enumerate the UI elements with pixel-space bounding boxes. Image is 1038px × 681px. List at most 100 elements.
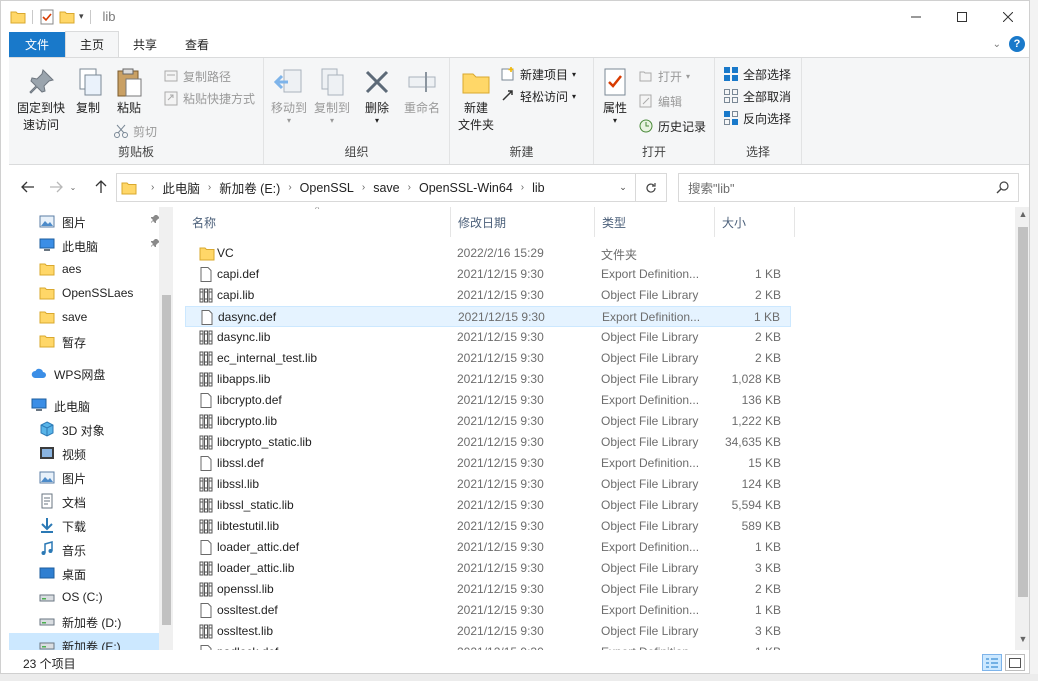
new-item-button[interactable]: 新建项目 ▾ xyxy=(500,64,576,84)
file-row[interactable]: libssl.lib 2021/12/15 9:30 Object File Lib… xyxy=(185,474,791,495)
file-row[interactable]: VC 2022/2/16 15:29 文件夹 xyxy=(185,243,791,264)
nav-item[interactable]: 下载 xyxy=(9,513,161,537)
file-row[interactable]: libapps.lib 2021/12/15 9:30 Object File Li… xyxy=(185,369,791,390)
file-row[interactable]: padlock.def 2021/12/15 9:30 Export Definit… xyxy=(185,642,791,650)
refresh-button[interactable] xyxy=(635,174,666,201)
up-button[interactable] xyxy=(91,177,111,197)
file-list-scrollbar[interactable]: ▲ ▼ xyxy=(1015,207,1029,650)
file-row[interactable]: libcrypto_static.lib 2021/12/15 9:30 Objec… xyxy=(185,432,791,453)
nav-item[interactable]: 3D 对象 xyxy=(9,417,161,441)
tab-home[interactable]: 主页 xyxy=(65,31,120,57)
qat-dropdown-icon[interactable]: ▾ xyxy=(79,11,84,22)
edit-button[interactable]: 编辑 xyxy=(638,91,682,111)
large-icons-view-button[interactable] xyxy=(1005,654,1025,671)
open-button[interactable]: 打开 ▾ xyxy=(638,66,690,86)
details-view-button[interactable] xyxy=(982,654,1002,671)
tab-view[interactable]: 查看 xyxy=(171,32,223,57)
cut-button[interactable]: 剪切 xyxy=(113,121,157,141)
file-row[interactable]: libssl.def 2021/12/15 9:30 Export Definiti… xyxy=(185,453,791,474)
help-icon[interactable]: ? xyxy=(1009,36,1025,52)
nav-item[interactable]: 音乐 xyxy=(9,537,161,561)
breadcrumb-item[interactable]: save xyxy=(373,181,399,195)
tab-file[interactable]: 文件 xyxy=(9,32,65,57)
nav-item[interactable]: aes xyxy=(9,257,161,281)
scroll-up-icon[interactable]: ▲ xyxy=(1015,209,1029,223)
nav-item[interactable]: 图片 xyxy=(9,209,161,233)
invert-selection-icon xyxy=(724,111,738,125)
open-group: 属性 ▾ 打开 ▾ 编辑 历史记录 打开 xyxy=(594,58,715,164)
file-row[interactable]: libcrypto.def 2021/12/15 9:30 Export Defin… xyxy=(185,390,791,411)
search-box[interactable]: 搜索"lib" xyxy=(678,173,1019,202)
nav-item[interactable]: 此电脑 xyxy=(9,233,161,257)
pin-quick-access-button[interactable]: 固定到快 速访问 xyxy=(15,66,67,134)
expand-ribbon-icon[interactable]: ⌄ xyxy=(993,39,1001,50)
file-row[interactable]: ossltest.def 2021/12/15 9:30 Export Defini… xyxy=(185,600,791,621)
easy-access-button[interactable]: 轻松访问 ▾ xyxy=(500,86,576,106)
nav-scroll-thumb[interactable] xyxy=(162,295,171,625)
nav-item[interactable]: OS (C:) xyxy=(9,585,161,609)
breadcrumb-item[interactable]: OpenSSL xyxy=(300,181,354,195)
close-button[interactable] xyxy=(985,1,1029,32)
select-all-button[interactable]: 全部选择 xyxy=(723,64,791,84)
copy-to-button[interactable]: 复制到 ▾ xyxy=(312,66,352,125)
new-folder-icon[interactable] xyxy=(59,9,75,25)
copy-button[interactable]: 复制 xyxy=(71,66,105,117)
file-row[interactable]: libcrypto.lib 2021/12/15 9:30 Object File … xyxy=(185,411,791,432)
nav-item[interactable]: 视频 xyxy=(9,441,161,465)
properties-button[interactable]: 属性 ▾ xyxy=(598,66,632,125)
breadcrumb-item[interactable]: 新加卷 (E:) xyxy=(219,178,280,197)
file-row[interactable]: capi.def 2021/12/15 9:30 Export Definition… xyxy=(185,264,791,285)
file-type: Export Definition... xyxy=(601,645,699,650)
forward-button[interactable] xyxy=(46,177,66,197)
nav-item[interactable]: save xyxy=(9,305,161,329)
paste-shortcut-button[interactable]: 粘贴快捷方式 xyxy=(163,88,255,108)
invert-selection-button[interactable]: 反向选择 xyxy=(723,108,791,128)
file-row[interactable]: dasync.def 2021/12/15 9:30 Export Definiti… xyxy=(185,306,791,327)
recent-locations-button[interactable]: ⌄ xyxy=(67,177,79,197)
back-button[interactable] xyxy=(18,177,38,197)
file-row[interactable]: loader_attic.lib 2021/12/15 9:30 Object Fi… xyxy=(185,558,791,579)
rename-button[interactable]: 重命名 xyxy=(402,66,442,117)
paste-shortcut-label: 粘贴快捷方式 xyxy=(183,91,256,106)
navigation-pane-scrollbar[interactable] xyxy=(159,207,173,650)
properties-check-icon[interactable] xyxy=(39,9,55,25)
select-none-button[interactable]: 全部取消 xyxy=(723,86,791,106)
nav-item[interactable]: 新加卷 (E:) xyxy=(9,633,161,650)
paste-button[interactable]: 粘贴 xyxy=(111,66,147,117)
breadcrumb-item[interactable]: 此电脑 xyxy=(162,178,200,197)
file-row[interactable]: ec_internal_test.lib 2021/12/15 9:30 Objec… xyxy=(185,348,791,369)
file-row[interactable]: dasync.lib 2021/12/15 9:30 Object File Lib… xyxy=(185,327,791,348)
file-row[interactable]: libtestutil.lib 2021/12/15 9:30 Object Fil… xyxy=(185,516,791,537)
address-bar[interactable]: › 此电脑 › 新加卷 (E:) › OpenSSL › save › Open… xyxy=(116,173,667,202)
file-row[interactable]: openssl.lib 2021/12/15 9:30 Object File Li… xyxy=(185,579,791,600)
nav-item[interactable]: OpenSSLaes xyxy=(9,281,161,305)
minimize-button[interactable] xyxy=(893,1,939,32)
nav-item[interactable]: 暂存 xyxy=(9,329,161,353)
nav-item[interactable]: 文档 xyxy=(9,489,161,513)
file-row[interactable]: loader_attic.def 2021/12/15 9:30 Export De… xyxy=(185,537,791,558)
file-row[interactable]: capi.lib 2021/12/15 9:30 Object File Libra… xyxy=(185,285,791,306)
nav-item[interactable]: 新加卷 (D:) xyxy=(9,609,161,633)
breadcrumb-item[interactable]: OpenSSL-Win64 xyxy=(419,181,513,195)
address-dropdown-button[interactable]: ⌄ xyxy=(612,174,634,201)
new-folder-button[interactable]: 新建 文件夹 xyxy=(456,66,496,134)
nav-item[interactable]: WPS网盘 xyxy=(9,361,161,385)
move-to-button[interactable]: 移动到 ▾ xyxy=(269,66,309,125)
nav-item[interactable]: 桌面 xyxy=(9,561,161,585)
column-header-name[interactable]: ^ 名称 xyxy=(185,207,451,237)
breadcrumb-item[interactable]: lib xyxy=(532,181,545,195)
tab-share[interactable]: 共享 xyxy=(119,32,171,57)
nav-item[interactable]: 此电脑 xyxy=(9,393,161,417)
column-header-size[interactable]: 大小 xyxy=(715,207,795,237)
column-header-type[interactable]: 类型 xyxy=(595,207,715,237)
scroll-down-icon[interactable]: ▼ xyxy=(1015,634,1029,648)
copy-path-button[interactable]: 复制路径 xyxy=(163,66,231,86)
history-button[interactable]: 历史记录 xyxy=(638,116,706,136)
maximize-button[interactable] xyxy=(939,1,985,32)
delete-button[interactable]: 删除 ▾ xyxy=(360,66,394,125)
file-row[interactable]: ossltest.lib 2021/12/15 9:30 Object File L… xyxy=(185,621,791,642)
nav-item[interactable]: 图片 xyxy=(9,465,161,489)
file-row[interactable]: libssl_static.lib 2021/12/15 9:30 Object F… xyxy=(185,495,791,516)
file-list-scroll-thumb[interactable] xyxy=(1018,227,1028,597)
column-header-date[interactable]: 修改日期 xyxy=(451,207,595,237)
